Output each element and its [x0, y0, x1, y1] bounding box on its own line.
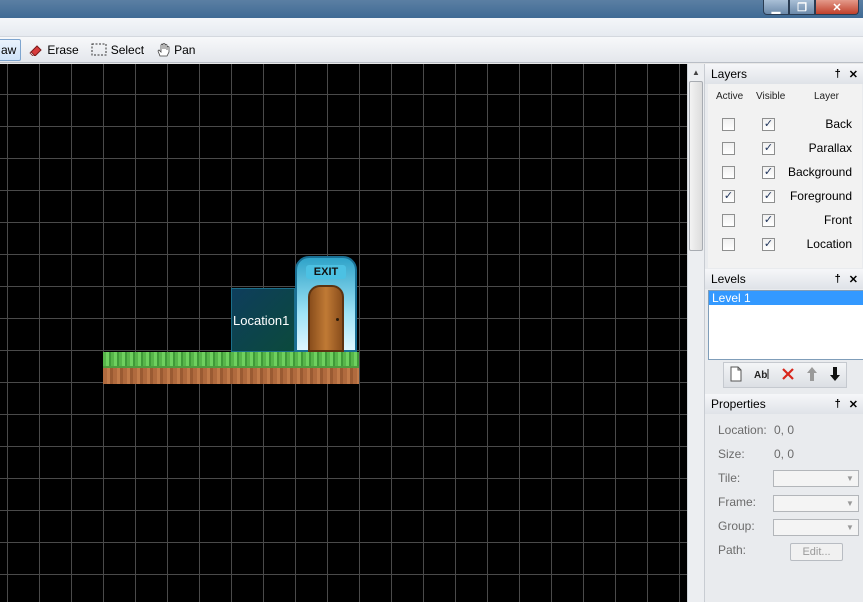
pin-icon[interactable]: †: [835, 68, 841, 81]
eraser-icon: [29, 44, 43, 56]
col-active-header: Active: [716, 91, 744, 102]
layer-visible-checkbox[interactable]: ✓: [762, 214, 775, 227]
layer-row: ✓ ✓ Foreground: [708, 184, 862, 208]
layer-visible-checkbox[interactable]: ✓: [762, 142, 775, 155]
close-icon[interactable]: ✕: [849, 68, 858, 81]
layer-row: ✓ Back: [708, 112, 862, 136]
layer-name: Location: [806, 237, 852, 251]
menu-bar: [0, 18, 863, 37]
path-label: Path:: [718, 543, 747, 557]
layer-name: Background: [787, 165, 852, 179]
levels-panel-title: Levels: [711, 272, 746, 286]
draw-tool-label: aw: [1, 42, 17, 57]
layer-visible-checkbox[interactable]: ✓: [762, 166, 775, 179]
scroll-thumb[interactable]: [689, 81, 703, 251]
window-controls: ▁ ❐ ✕: [763, 0, 859, 16]
hand-icon: [156, 42, 170, 57]
col-layer-header: Layer: [814, 91, 840, 102]
layer-row: ✓ Background: [708, 160, 862, 184]
close-window-button[interactable]: ✕: [815, 0, 859, 15]
exit-door-sprite[interactable]: EXIT: [295, 256, 357, 352]
col-visible-header: Visible: [756, 91, 786, 102]
tile-label: Tile:: [718, 471, 741, 485]
close-icon[interactable]: ✕: [849, 273, 858, 286]
chevron-down-icon: ▼: [846, 474, 854, 483]
group-label: Group:: [718, 519, 755, 533]
properties-panel-header: Properties † ✕: [705, 394, 863, 414]
rename-level-icon[interactable]: Ab: [754, 368, 770, 383]
tool-strip: aw Erase Select Pan: [0, 37, 863, 63]
group-dropdown[interactable]: ▼: [773, 519, 859, 536]
layer-name: Front: [823, 213, 852, 227]
layer-name: Parallax: [808, 141, 852, 155]
new-level-icon[interactable]: [729, 366, 743, 385]
layer-active-checkbox[interactable]: [722, 118, 735, 131]
pin-icon[interactable]: †: [835, 398, 841, 411]
selection-rectangle-icon: [91, 43, 107, 56]
levels-list[interactable]: Level 1: [708, 290, 863, 360]
title-bar: ▁ ❐ ✕: [0, 0, 863, 18]
erase-tool-button[interactable]: Erase: [25, 39, 82, 61]
location-zone-label: Location1: [233, 313, 290, 328]
layer-name: Foreground: [789, 189, 852, 203]
layers-panel-title: Layers: [711, 67, 748, 81]
canvas-vertical-scrollbar[interactable]: ▲: [687, 64, 704, 602]
close-icon[interactable]: ✕: [849, 398, 858, 411]
move-down-arrow-icon[interactable]: [829, 366, 841, 385]
select-tool-button[interactable]: Select: [87, 39, 148, 61]
draw-tool-button[interactable]: aw: [0, 38, 22, 61]
levels-panel-header: Levels † ✕: [705, 269, 863, 289]
minimize-button[interactable]: ▁: [763, 0, 789, 15]
layers-panel-header: Layers † ✕: [705, 64, 863, 84]
chevron-down-icon: ▼: [846, 523, 854, 532]
layer-active-checkbox[interactable]: [722, 214, 735, 227]
move-up-arrow-icon[interactable]: [806, 366, 818, 385]
door-knob: [336, 318, 339, 321]
level-canvas[interactable]: Location1 EXIT: [0, 64, 687, 602]
layer-row: ✓ Parallax: [708, 136, 862, 160]
properties-panel-title: Properties: [711, 397, 766, 411]
frame-label: Frame:: [718, 495, 757, 509]
layer-active-checkbox[interactable]: [722, 142, 735, 155]
delete-level-icon[interactable]: [781, 367, 795, 384]
svg-text:Ab: Ab: [754, 370, 767, 380]
layer-visible-checkbox[interactable]: ✓: [762, 190, 775, 203]
grass-top: [103, 352, 359, 366]
layers-panel-body: Active Visible Layer ✓ Back ✓ Parallax ✓ Back…: [708, 84, 862, 268]
layer-active-checkbox[interactable]: [722, 238, 735, 251]
layer-active-checkbox[interactable]: [722, 166, 735, 179]
dirt-layer: [103, 366, 359, 384]
pin-icon[interactable]: †: [835, 273, 841, 286]
layer-row: ✓ Location: [708, 232, 862, 256]
scroll-up-arrow-icon[interactable]: ▲: [688, 64, 704, 80]
side-panels: Layers † ✕ Active Visible Layer ✓ Back ✓ Pa…: [704, 64, 863, 602]
layer-name: Back: [825, 117, 852, 131]
layer-active-checkbox[interactable]: ✓: [722, 190, 735, 203]
restore-button[interactable]: ❐: [789, 0, 815, 15]
location-label: Location:: [718, 423, 767, 437]
layer-row: ✓ Front: [708, 208, 862, 232]
level-list-item[interactable]: Level 1: [709, 291, 863, 305]
grass-platform-tiles[interactable]: [103, 352, 359, 384]
frame-dropdown[interactable]: ▼: [773, 495, 859, 512]
erase-tool-label: Erase: [47, 42, 79, 57]
pan-tool-label: Pan: [174, 42, 196, 57]
edit-path-button[interactable]: Edit...: [790, 543, 843, 561]
levels-toolbar: Ab: [723, 362, 847, 388]
location-value: 0, 0: [774, 423, 795, 437]
size-value: 0, 0: [774, 447, 795, 461]
tile-dropdown[interactable]: ▼: [773, 470, 859, 487]
exit-sign: EXIT: [306, 265, 346, 279]
select-tool-label: Select: [110, 42, 145, 57]
layer-visible-checkbox[interactable]: ✓: [762, 238, 775, 251]
layer-visible-checkbox[interactable]: ✓: [762, 118, 775, 131]
chevron-down-icon: ▼: [846, 499, 854, 508]
pan-tool-button[interactable]: Pan: [152, 39, 199, 61]
size-label: Size:: [718, 447, 745, 461]
